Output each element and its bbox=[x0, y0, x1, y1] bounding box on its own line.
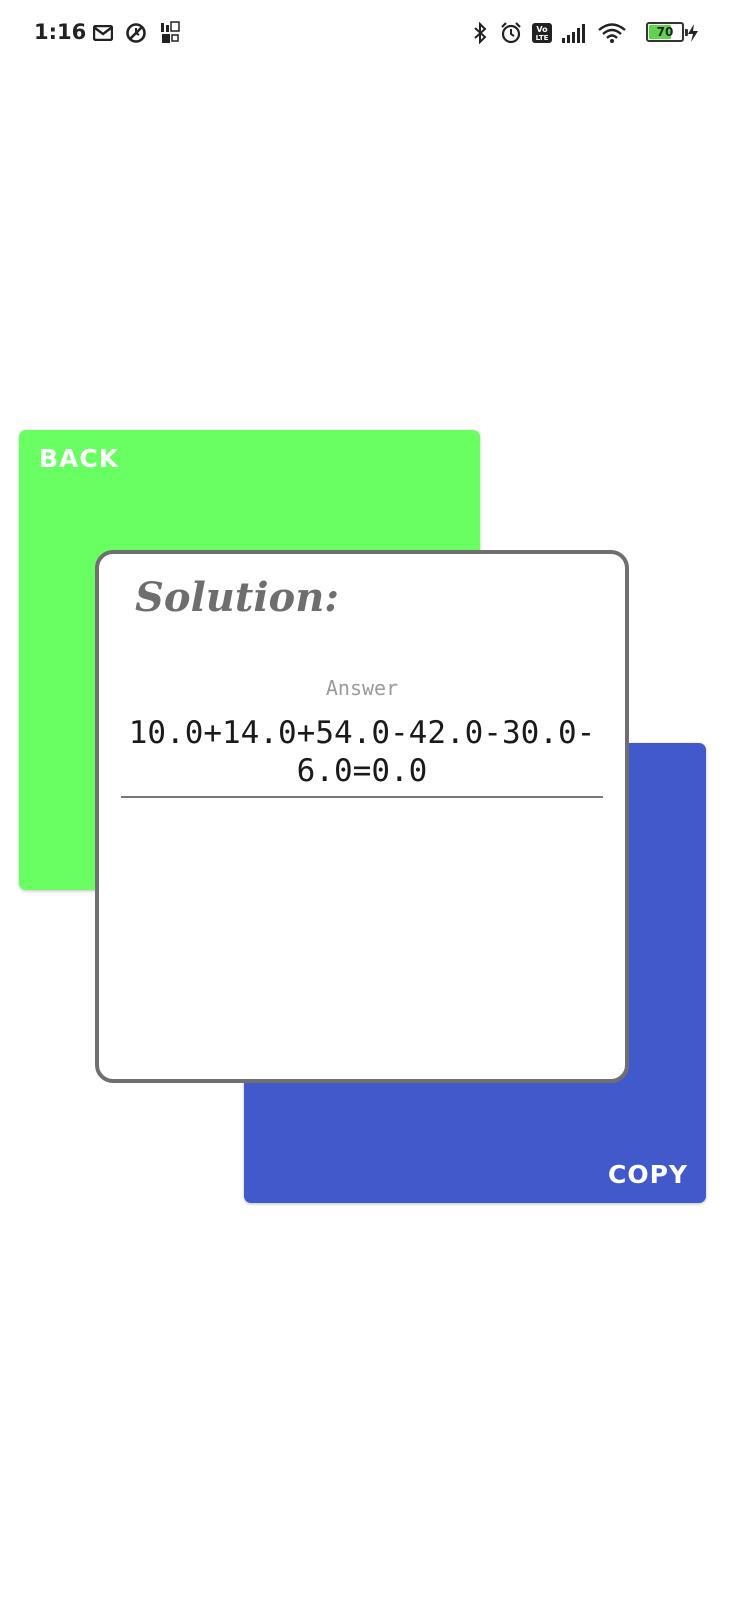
solution-title: Solution: bbox=[135, 574, 340, 621]
signal-icon bbox=[560, 20, 588, 46]
info-network-icon bbox=[158, 20, 182, 46]
copy-label: COPY bbox=[607, 1160, 688, 1189]
battery-level-text: 70 bbox=[656, 25, 674, 39]
status-time: 1:16 bbox=[34, 20, 87, 44]
answer-field[interactable]: 10.0+14.0+54.0-42.0-30.0-6.0=0.0 bbox=[121, 714, 603, 798]
back-label: BACK bbox=[39, 444, 120, 473]
answer-value: 10.0+14.0+54.0-42.0-30.0-6.0=0.0 bbox=[128, 715, 596, 789]
svg-text:LTE: LTE bbox=[536, 34, 549, 42]
svg-text:Vo: Vo bbox=[536, 25, 548, 34]
bluetooth-icon bbox=[470, 20, 490, 46]
status-bar: 1:16 Vo LTE 70 bbox=[0, 0, 738, 66]
answer-label: Answer bbox=[325, 676, 399, 700]
sync-off-icon bbox=[124, 20, 148, 46]
gmail-icon bbox=[92, 20, 114, 46]
alarm-icon bbox=[498, 20, 524, 46]
wifi-icon bbox=[596, 20, 628, 46]
battery-icon: 70 bbox=[646, 22, 688, 42]
solution-card: Solution: Answer 10.0+14.0+54.0-42.0-30.… bbox=[95, 550, 629, 1083]
charging-icon bbox=[686, 20, 700, 46]
volte-icon: Vo LTE bbox=[530, 20, 554, 46]
